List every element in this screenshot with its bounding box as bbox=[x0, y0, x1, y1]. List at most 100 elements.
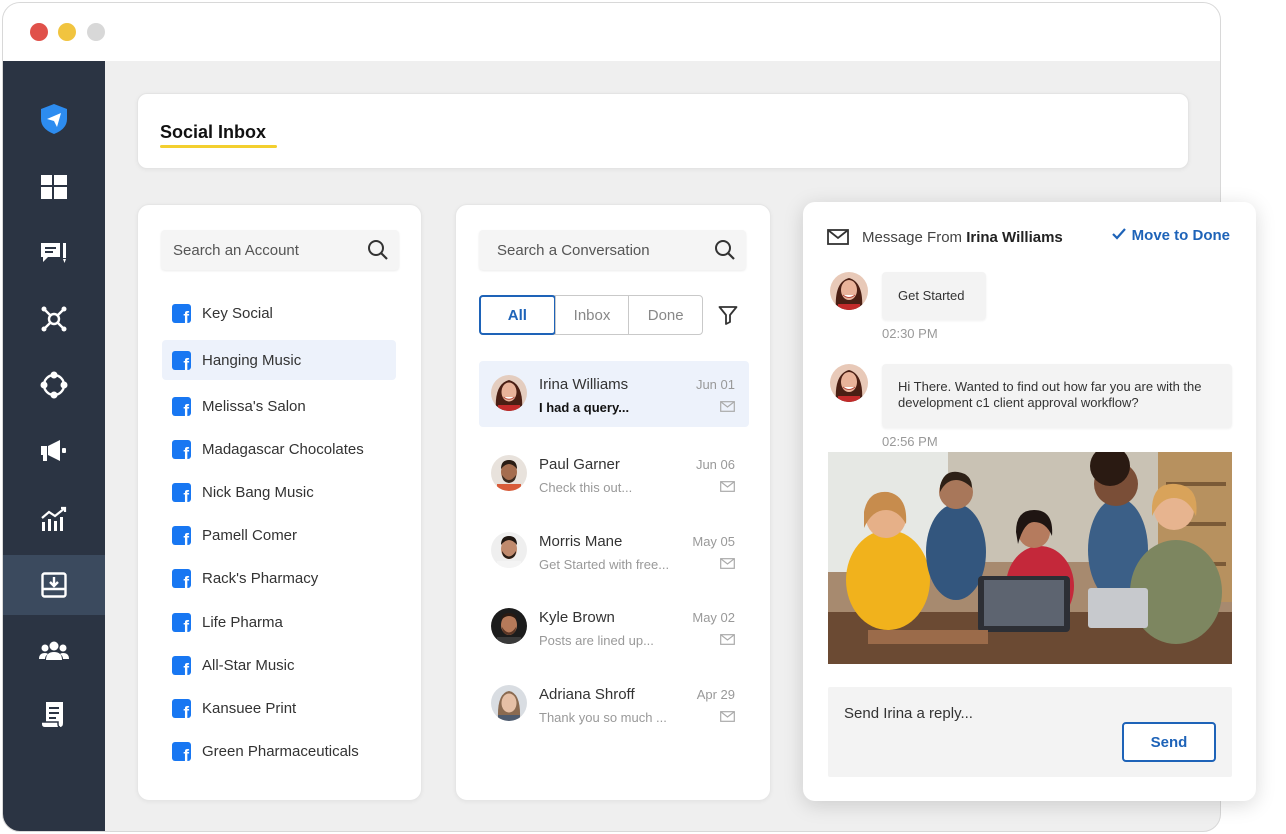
conversation-item[interactable]: Irina Williams I had a query... Jun 01 bbox=[479, 361, 749, 427]
sidebar-item-analytics[interactable] bbox=[3, 489, 105, 549]
message-text: Get Started bbox=[898, 288, 965, 303]
search-icon[interactable] bbox=[367, 239, 389, 266]
conversation-name: Irina Williams bbox=[539, 376, 629, 393]
conversation-date: Jun 01 bbox=[695, 377, 735, 392]
accounts-panel: f Key Social f Hanging Music f Melissa's Salo… bbox=[137, 204, 422, 801]
analytics-icon bbox=[40, 506, 68, 532]
facebook-icon: f bbox=[172, 396, 191, 416]
avatar bbox=[491, 608, 527, 644]
sidebar-item-inbox[interactable] bbox=[3, 555, 105, 615]
sidebar-item-posts[interactable] bbox=[3, 223, 105, 283]
photo-attachment[interactable] bbox=[828, 452, 1232, 664]
maximize-window-button[interactable] bbox=[87, 23, 105, 41]
account-label: Pamell Comer bbox=[202, 526, 298, 544]
sidebar-item-team[interactable] bbox=[3, 621, 105, 681]
avatar bbox=[491, 532, 527, 568]
mail-icon bbox=[720, 479, 735, 497]
conversation-preview: I had a query... bbox=[539, 400, 630, 415]
account-item[interactable]: f Life Pharma bbox=[162, 602, 396, 642]
conversation-item[interactable]: Morris Mane Get Started with free... May 0… bbox=[479, 518, 749, 584]
avatar bbox=[491, 685, 527, 721]
account-search bbox=[161, 230, 399, 270]
conversation-name: Adriana Shroff bbox=[539, 686, 635, 703]
page-title: Social Inbox bbox=[160, 122, 267, 142]
account-item[interactable]: f Hanging Music bbox=[162, 340, 396, 380]
tab-done[interactable]: Done bbox=[628, 296, 702, 334]
posts-icon bbox=[40, 241, 68, 265]
account-label: All-Star Music bbox=[202, 656, 295, 674]
facebook-icon: f bbox=[172, 698, 191, 718]
message-text: Hi There. Wanted to find out how far you… bbox=[898, 379, 1202, 410]
message-time: 02:56 PM bbox=[882, 434, 938, 449]
message-panel: Message From Irina Williams Move to Done… bbox=[803, 202, 1256, 801]
message-bubble: Get Started bbox=[882, 272, 986, 320]
account-item[interactable]: f Kansuee Print bbox=[162, 688, 396, 728]
page-header: Social Inbox bbox=[137, 93, 1189, 169]
account-item[interactable]: f All-Star Music bbox=[162, 645, 396, 685]
account-label: Rack's Pharmacy bbox=[202, 569, 319, 587]
sidebar-item-home[interactable] bbox=[3, 89, 105, 149]
mail-icon bbox=[720, 556, 735, 574]
account-item[interactable]: f Melissa's Salon bbox=[162, 386, 396, 426]
account-label: Life Pharma bbox=[202, 613, 283, 631]
send-logo-icon bbox=[37, 102, 71, 136]
conversation-preview: Check this out... bbox=[539, 480, 633, 495]
tab-inbox[interactable]: Inbox bbox=[554, 296, 629, 334]
conversation-date: May 05 bbox=[692, 534, 735, 549]
sender-avatar bbox=[830, 272, 868, 310]
sidebar-item-dashboard[interactable] bbox=[3, 157, 105, 217]
move-to-done-button[interactable]: Move to Done bbox=[1111, 227, 1230, 244]
sidebar-nav bbox=[3, 61, 105, 831]
conversation-search-input[interactable] bbox=[479, 230, 746, 270]
avatar bbox=[491, 455, 527, 491]
account-search-input[interactable] bbox=[161, 230, 399, 270]
account-label: Kansuee Print bbox=[202, 699, 297, 717]
conversation-preview: Get Started with free... bbox=[539, 557, 670, 572]
window-titlebar bbox=[3, 3, 1220, 61]
account-label: Key Social bbox=[202, 304, 273, 322]
close-window-button[interactable] bbox=[30, 23, 48, 41]
account-item[interactable]: f Rack's Pharmacy bbox=[162, 558, 396, 598]
title-underline bbox=[160, 145, 277, 148]
facebook-icon: f bbox=[172, 655, 191, 675]
account-item[interactable]: f Nick Bang Music bbox=[162, 472, 396, 512]
minimize-window-button[interactable] bbox=[58, 23, 76, 41]
account-item[interactable]: f Key Social bbox=[162, 293, 396, 333]
move-to-done-label: Move to Done bbox=[1131, 227, 1230, 244]
check-icon bbox=[1111, 227, 1126, 244]
sender-avatar bbox=[830, 364, 868, 402]
filter-icon[interactable] bbox=[718, 305, 738, 330]
network-icon bbox=[40, 305, 68, 333]
facebook-icon: f bbox=[172, 350, 191, 370]
sidebar-item-network[interactable] bbox=[3, 289, 105, 349]
team-icon bbox=[39, 640, 69, 662]
account-label: Hanging Music bbox=[202, 351, 302, 369]
account-item[interactable]: f Green Pharmaceuticals bbox=[162, 731, 396, 771]
send-button[interactable]: Send bbox=[1122, 722, 1216, 762]
account-label: Green Pharmaceuticals bbox=[202, 742, 359, 760]
reply-area: Send bbox=[828, 687, 1232, 777]
message-bubble: Hi There. Wanted to find out how far you… bbox=[882, 364, 1232, 428]
dashboard-icon bbox=[41, 175, 67, 199]
facebook-icon: f bbox=[172, 303, 191, 323]
sidebar-item-campaigns[interactable] bbox=[3, 421, 105, 481]
account-item[interactable]: f Pamell Comer bbox=[162, 515, 396, 555]
facebook-icon: f bbox=[172, 525, 191, 545]
message-sender: Irina Williams bbox=[966, 229, 1063, 246]
message-time: 02:30 PM bbox=[882, 326, 938, 341]
conversation-item[interactable]: Paul Garner Check this out... Jun 06 bbox=[479, 441, 749, 507]
sidebar-item-reports[interactable] bbox=[3, 685, 105, 745]
account-item[interactable]: f Madagascar Chocolates bbox=[162, 429, 396, 469]
reply-input[interactable] bbox=[844, 701, 1114, 725]
facebook-icon: f bbox=[172, 439, 191, 459]
conversation-name: Morris Mane bbox=[539, 533, 623, 550]
conversation-item[interactable]: Adriana Shroff Thank you so much ... Apr 2… bbox=[479, 671, 749, 737]
sidebar-item-integrations[interactable] bbox=[3, 355, 105, 415]
conversation-name: Paul Garner bbox=[539, 456, 620, 473]
message-header: Message From Irina Williams bbox=[862, 229, 1063, 246]
search-icon[interactable] bbox=[714, 239, 736, 266]
conversation-item[interactable]: Kyle Brown Posts are lined up... May 02 bbox=[479, 594, 749, 660]
account-label: Madagascar Chocolates bbox=[202, 440, 364, 458]
tab-all[interactable]: All bbox=[479, 295, 556, 335]
megaphone-icon bbox=[40, 439, 68, 463]
